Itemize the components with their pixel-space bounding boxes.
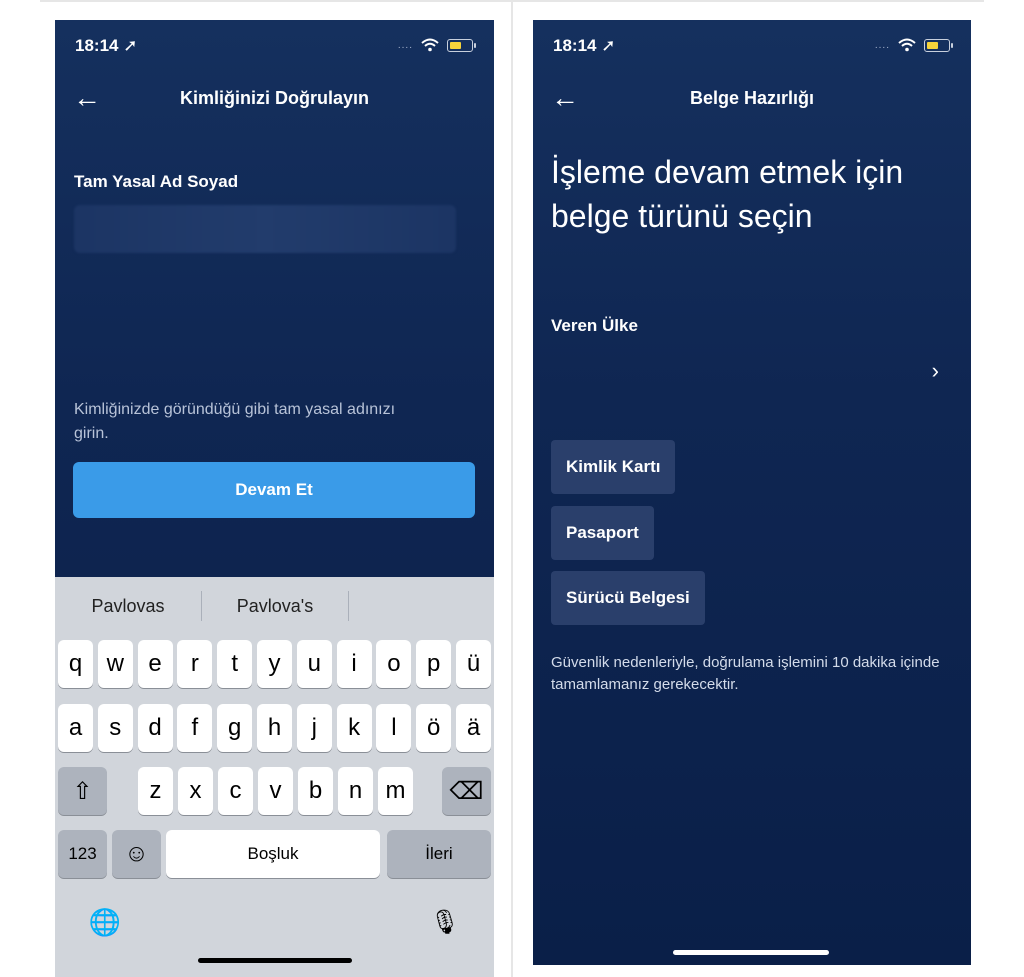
key-ä[interactable]: ä [456, 704, 491, 752]
key-t[interactable]: t [217, 640, 253, 688]
key-ö[interactable]: ö [416, 704, 452, 752]
phone-screen-identity: 18:14 ➚ .... ← Kimliğinizi Doğrulayın Ta… [55, 20, 494, 977]
key-h[interactable]: h [257, 704, 292, 752]
keyboard: Pavlovas Pavlova's qwertyuiopü asdfghjkl… [55, 577, 494, 977]
home-indicator [673, 950, 829, 955]
security-notice: Güvenlik nedenleriyle, doğrulama işlemin… [551, 654, 940, 693]
battery-icon [924, 38, 950, 52]
shift-key[interactable]: ⇧ [58, 767, 107, 815]
microphone-icon[interactable]: 🎙 [423, 900, 467, 944]
battery-tip [474, 42, 476, 48]
headline: İşleme devam etmek için belge türünü seç… [551, 154, 904, 234]
continue-button[interactable]: Devam Et [73, 462, 475, 518]
key-u[interactable]: u [296, 640, 332, 688]
key-c[interactable]: c [218, 767, 253, 815]
status-time: 18:14 ➚ [75, 36, 138, 55]
passport-button[interactable]: Pasaport [551, 506, 654, 560]
numbers-key[interactable]: 123 [58, 830, 107, 878]
cellular-signal-icon: .... [397, 39, 413, 51]
key-q[interactable]: q [58, 640, 93, 688]
battery-tip [951, 42, 953, 48]
key-e[interactable]: e [137, 640, 173, 688]
key-o[interactable]: o [376, 640, 412, 688]
drivers-license-button[interactable]: Sürücü Belgesi [551, 571, 705, 625]
key-k[interactable]: k [336, 704, 372, 752]
cellular-signal-icon: .... [874, 39, 890, 51]
space-key[interactable]: Boşluk [166, 830, 380, 878]
key-j[interactable]: j [296, 704, 332, 752]
suggestion-divider [348, 591, 349, 621]
issuing-country-label: Veren Ülke [551, 316, 638, 335]
backspace-key[interactable]: ⌫ [442, 767, 491, 815]
status-time: 18:14 ➚ [553, 36, 616, 55]
key-v[interactable]: v [258, 767, 293, 815]
id-card-button[interactable]: Kimlik Kartı [551, 440, 676, 494]
key-g[interactable]: g [217, 704, 253, 752]
full-name-input[interactable] [74, 205, 456, 253]
chevron-right-icon[interactable]: › [932, 358, 939, 384]
wifi-icon [898, 38, 916, 52]
emoji-key[interactable]: ☺ [112, 830, 161, 878]
key-r[interactable]: r [177, 640, 213, 688]
key-n[interactable]: n [338, 767, 373, 815]
key-a[interactable]: a [58, 704, 93, 752]
full-name-label: Tam Yasal Ad Soyad [74, 172, 239, 191]
page-divider-middle [511, 0, 513, 977]
key-p[interactable]: p [416, 640, 452, 688]
key-i[interactable]: i [336, 640, 372, 688]
helper-text: Kimliğinizde göründüğü gibi tam yasal ad… [74, 401, 396, 442]
key-d[interactable]: d [137, 704, 173, 752]
status-bar-icons: .... [398, 38, 476, 52]
suggestion-bar: Pavlovas Pavlova's [55, 577, 494, 635]
key-m[interactable]: m [378, 767, 413, 815]
key-l[interactable]: l [376, 704, 412, 752]
status-bar-icons: .... [875, 38, 953, 52]
phone-screen-document: 18:14 ➚ .... ← Belge Hazırlığı İşleme de… [533, 20, 971, 965]
suggestion-item[interactable]: Pavlova's [202, 596, 348, 617]
page-title: Belge Hazırlığı [689, 88, 815, 108]
key-x[interactable]: x [178, 767, 213, 815]
globe-icon[interactable]: 🌐 [83, 900, 127, 944]
suggestion-item[interactable]: Pavlovas [55, 596, 201, 617]
key-z[interactable]: z [138, 767, 173, 815]
key-s[interactable]: s [97, 704, 133, 752]
key-ü[interactable]: ü [456, 640, 491, 688]
key-b[interactable]: b [298, 767, 333, 815]
key-w[interactable]: w [97, 640, 133, 688]
next-key[interactable]: İleri [387, 830, 491, 878]
key-y[interactable]: y [257, 640, 292, 688]
battery-icon [447, 38, 473, 52]
page-title: Kimliğinizi Doğrulayın [179, 88, 369, 108]
key-f[interactable]: f [177, 704, 213, 752]
wifi-icon [421, 38, 439, 52]
home-indicator [198, 958, 352, 963]
